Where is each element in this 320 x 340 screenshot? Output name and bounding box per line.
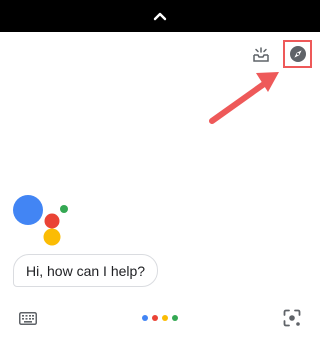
compass-icon [290, 46, 306, 62]
lens-icon [283, 309, 301, 327]
lens-button[interactable] [282, 308, 302, 328]
explore-button[interactable] [283, 40, 313, 68]
updates-button[interactable] [250, 44, 272, 66]
inbox-updates-icon [253, 47, 269, 62]
greeting-bubble: Hi, how can I help? [13, 254, 159, 287]
assistant-screen: Hi, how can I help? [0, 0, 320, 340]
voice-input-button[interactable] [142, 314, 178, 322]
blue-dot [142, 315, 148, 321]
yellow-dot [162, 315, 168, 321]
green-dot [172, 315, 178, 321]
keyboard-button[interactable] [18, 310, 38, 326]
google-assistant-logo [13, 195, 68, 246]
top-bar [0, 0, 320, 32]
chevron-up-icon [153, 12, 167, 21]
annotation-arrow [209, 72, 279, 124]
red-dot [152, 315, 158, 321]
collapse-button[interactable] [150, 6, 170, 26]
keyboard-icon [19, 311, 37, 325]
